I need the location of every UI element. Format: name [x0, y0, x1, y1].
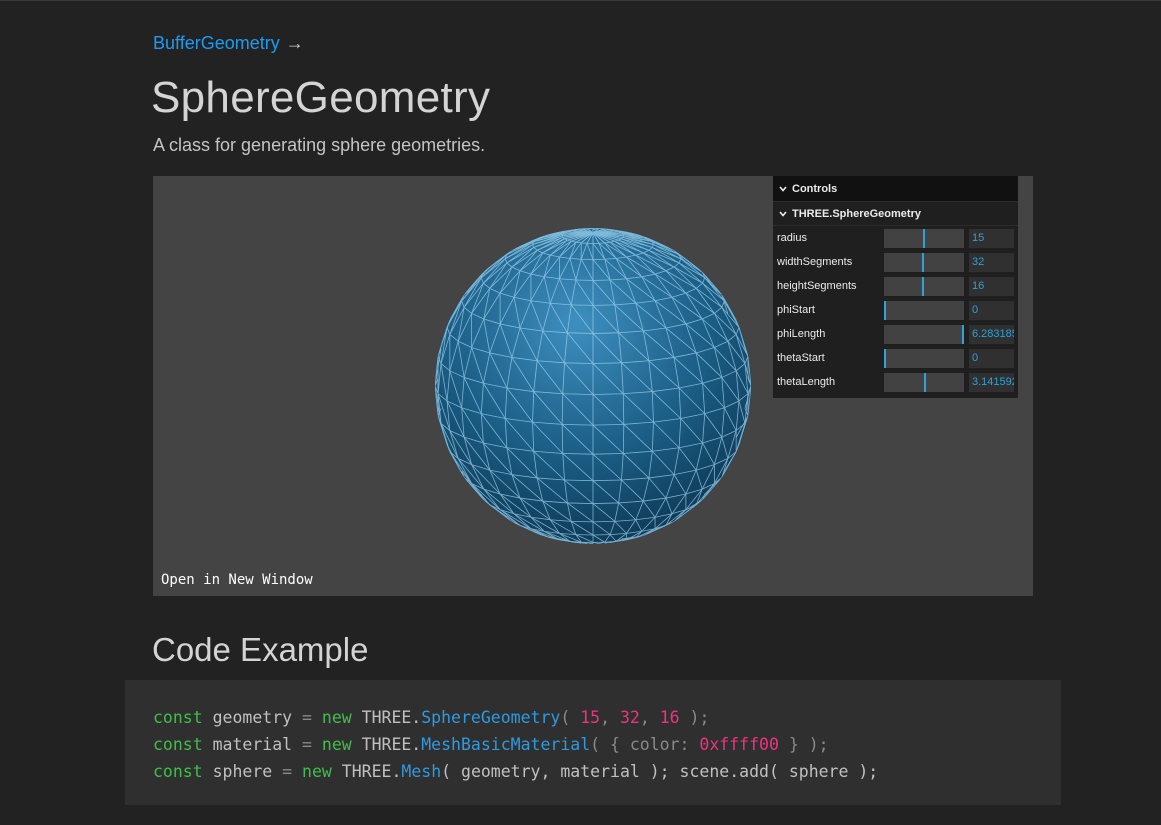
param-slider[interactable] [884, 372, 964, 392]
code-token: 15 [580, 708, 601, 727]
folder-label: THREE.SphereGeometry [792, 207, 921, 220]
slider-handle[interactable] [924, 372, 926, 392]
param-slider[interactable] [884, 276, 964, 296]
code-token: THREE. [331, 762, 402, 781]
code-token: const [153, 762, 203, 781]
param-row-phistart: phiStart 0 [773, 298, 1018, 322]
slider-handle[interactable] [922, 276, 924, 296]
open-new-window-link[interactable]: Open in New Window [161, 572, 313, 588]
param-slider[interactable] [884, 300, 964, 320]
code-line-2: const material = new THREE.MeshBasicMate… [153, 731, 1061, 758]
code-block: const geometry = new THREE.SphereGeometr… [125, 680, 1061, 805]
controls-header-label: Controls [792, 182, 838, 195]
folder-sphere-geometry[interactable]: THREE.SphereGeometry [773, 202, 1018, 226]
param-slider[interactable] [884, 228, 964, 248]
param-row-heightsegments: heightSegments 16 [773, 274, 1018, 298]
code-token: const [153, 708, 203, 727]
param-value-input[interactable]: 3.141592 [969, 372, 1014, 392]
code-token: new [321, 708, 352, 727]
param-slider[interactable] [884, 252, 964, 272]
param-label: widthSegments [777, 256, 853, 268]
breadcrumb: BufferGeometry → [153, 33, 304, 54]
param-value-input[interactable]: 6.283185 [969, 324, 1014, 344]
code-token: const [153, 735, 203, 754]
code-token: Mesh [401, 762, 442, 781]
example-viewport[interactable]: Controls THREE.SphereGeometry radius 15 wi… [153, 176, 1033, 596]
param-value-input[interactable]: 15 [969, 228, 1014, 248]
param-slider[interactable] [884, 348, 964, 368]
code-example-heading: Code Example [152, 631, 369, 668]
code-token: THREE. [351, 735, 422, 754]
page-title: SphereGeometry [151, 73, 491, 122]
param-label: thetaStart [777, 352, 825, 364]
arrow-right-icon: → [285, 33, 304, 53]
chevron-down-icon [779, 185, 787, 192]
code-token: 16 [659, 708, 680, 727]
controls-params: radius 15 widthSegments 32 heightSegments 16 p… [773, 226, 1018, 394]
code-token: 32 [619, 708, 640, 727]
controls-panel: Controls THREE.SphereGeometry radius 15 wi… [773, 176, 1018, 398]
param-row-widthsegments: widthSegments 32 [773, 250, 1018, 274]
param-value-input[interactable]: 0 [969, 300, 1014, 320]
slider-handle[interactable] [962, 324, 964, 344]
param-label: heightSegments [777, 280, 857, 292]
controls-header[interactable]: Controls [773, 176, 1018, 202]
param-value-input[interactable]: 32 [969, 252, 1014, 272]
code-token: THREE. [351, 708, 422, 727]
param-row-thetalength: thetaLength 3.141592 [773, 370, 1018, 394]
chevron-down-icon [779, 210, 787, 217]
code-line-3: const sphere = new THREE.Mesh( geometry,… [153, 758, 1061, 785]
param-label: radius [777, 232, 807, 244]
slider-handle[interactable] [884, 348, 886, 368]
code-token: material [202, 735, 303, 754]
param-row-thetastart: thetaStart 0 [773, 346, 1018, 370]
code-token: , [639, 708, 660, 727]
code-token: new [321, 735, 352, 754]
code-token: } ); [778, 735, 829, 754]
param-row-radius: radius 15 [773, 226, 1018, 250]
param-label: phiStart [777, 304, 815, 316]
code-token: = [302, 708, 322, 727]
param-slider[interactable] [884, 324, 964, 344]
slider-handle[interactable] [922, 252, 924, 272]
code-token: MeshBasicMaterial [421, 735, 591, 754]
code-token: ( [560, 708, 581, 727]
code-token: , [600, 708, 620, 727]
slider-handle[interactable] [923, 228, 925, 248]
code-token: ( { color: [590, 735, 700, 754]
code-token: = [302, 735, 322, 754]
param-row-philength: phiLength 6.283185 [773, 322, 1018, 346]
param-value-input[interactable]: 16 [969, 276, 1014, 296]
param-label: thetaLength [777, 376, 836, 388]
slider-handle[interactable] [884, 300, 886, 320]
param-value-input[interactable]: 0 [969, 348, 1014, 368]
code-line-1: const geometry = new THREE.SphereGeometr… [153, 704, 1061, 731]
code-token: = [282, 762, 303, 781]
param-label: phiLength [777, 328, 826, 340]
page-subtitle: A class for generating sphere geometries… [153, 135, 486, 155]
code-token: SphereGeometry [421, 708, 561, 727]
code-token: ( geometry, material ); scene.add( spher… [441, 762, 879, 781]
code-token: 0xffff00 [699, 735, 779, 754]
code-token: geometry [202, 708, 303, 727]
code-token: new [302, 762, 332, 781]
code-token: sphere [202, 762, 283, 781]
breadcrumb-link-buffergeometry[interactable]: BufferGeometry [153, 33, 280, 54]
code-token: ); [679, 708, 710, 727]
